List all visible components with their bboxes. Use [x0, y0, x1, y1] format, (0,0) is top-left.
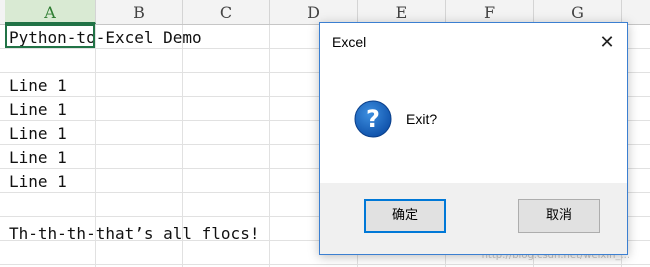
column-header-g[interactable]: G	[534, 0, 622, 24]
cell-a4[interactable]: Line 1	[9, 97, 67, 121]
column-header-b[interactable]: B	[96, 0, 183, 24]
dialog-title: Excel	[332, 34, 367, 50]
dialog-body: ? Exit?	[320, 63, 627, 183]
cell-a5[interactable]: Line 1	[9, 121, 67, 145]
column-header-d[interactable]: D	[270, 0, 358, 24]
column-header-c[interactable]: C	[183, 0, 270, 24]
cell-a9[interactable]: Th-th-th-that’s all flocs!	[9, 221, 259, 245]
question-icon: ?	[354, 100, 392, 138]
cell-a6[interactable]: Line 1	[9, 145, 67, 169]
cell-a1[interactable]: Python-to-Excel Demo	[9, 25, 202, 49]
ok-button[interactable]: 确定	[364, 199, 446, 233]
cancel-button[interactable]: 取消	[518, 199, 600, 233]
cell-a3[interactable]: Line 1	[9, 73, 67, 97]
grid-line	[269, 25, 270, 267]
close-icon[interactable]: ✕	[593, 29, 621, 57]
dialog-titlebar[interactable]: Excel ✕	[320, 23, 627, 63]
excel-message-dialog: Excel ✕ ? Exit? 确定 取消	[319, 22, 628, 255]
dialog-message: Exit?	[406, 111, 438, 127]
column-header-e[interactable]: E	[358, 0, 446, 24]
grid-line	[0, 264, 650, 265]
column-header-a[interactable]: A	[5, 0, 96, 24]
column-header-f[interactable]: F	[446, 0, 534, 24]
svg-text:?: ?	[366, 105, 380, 133]
cell-a7[interactable]: Line 1	[9, 169, 67, 193]
dialog-footer: 确定 取消	[320, 183, 627, 254]
